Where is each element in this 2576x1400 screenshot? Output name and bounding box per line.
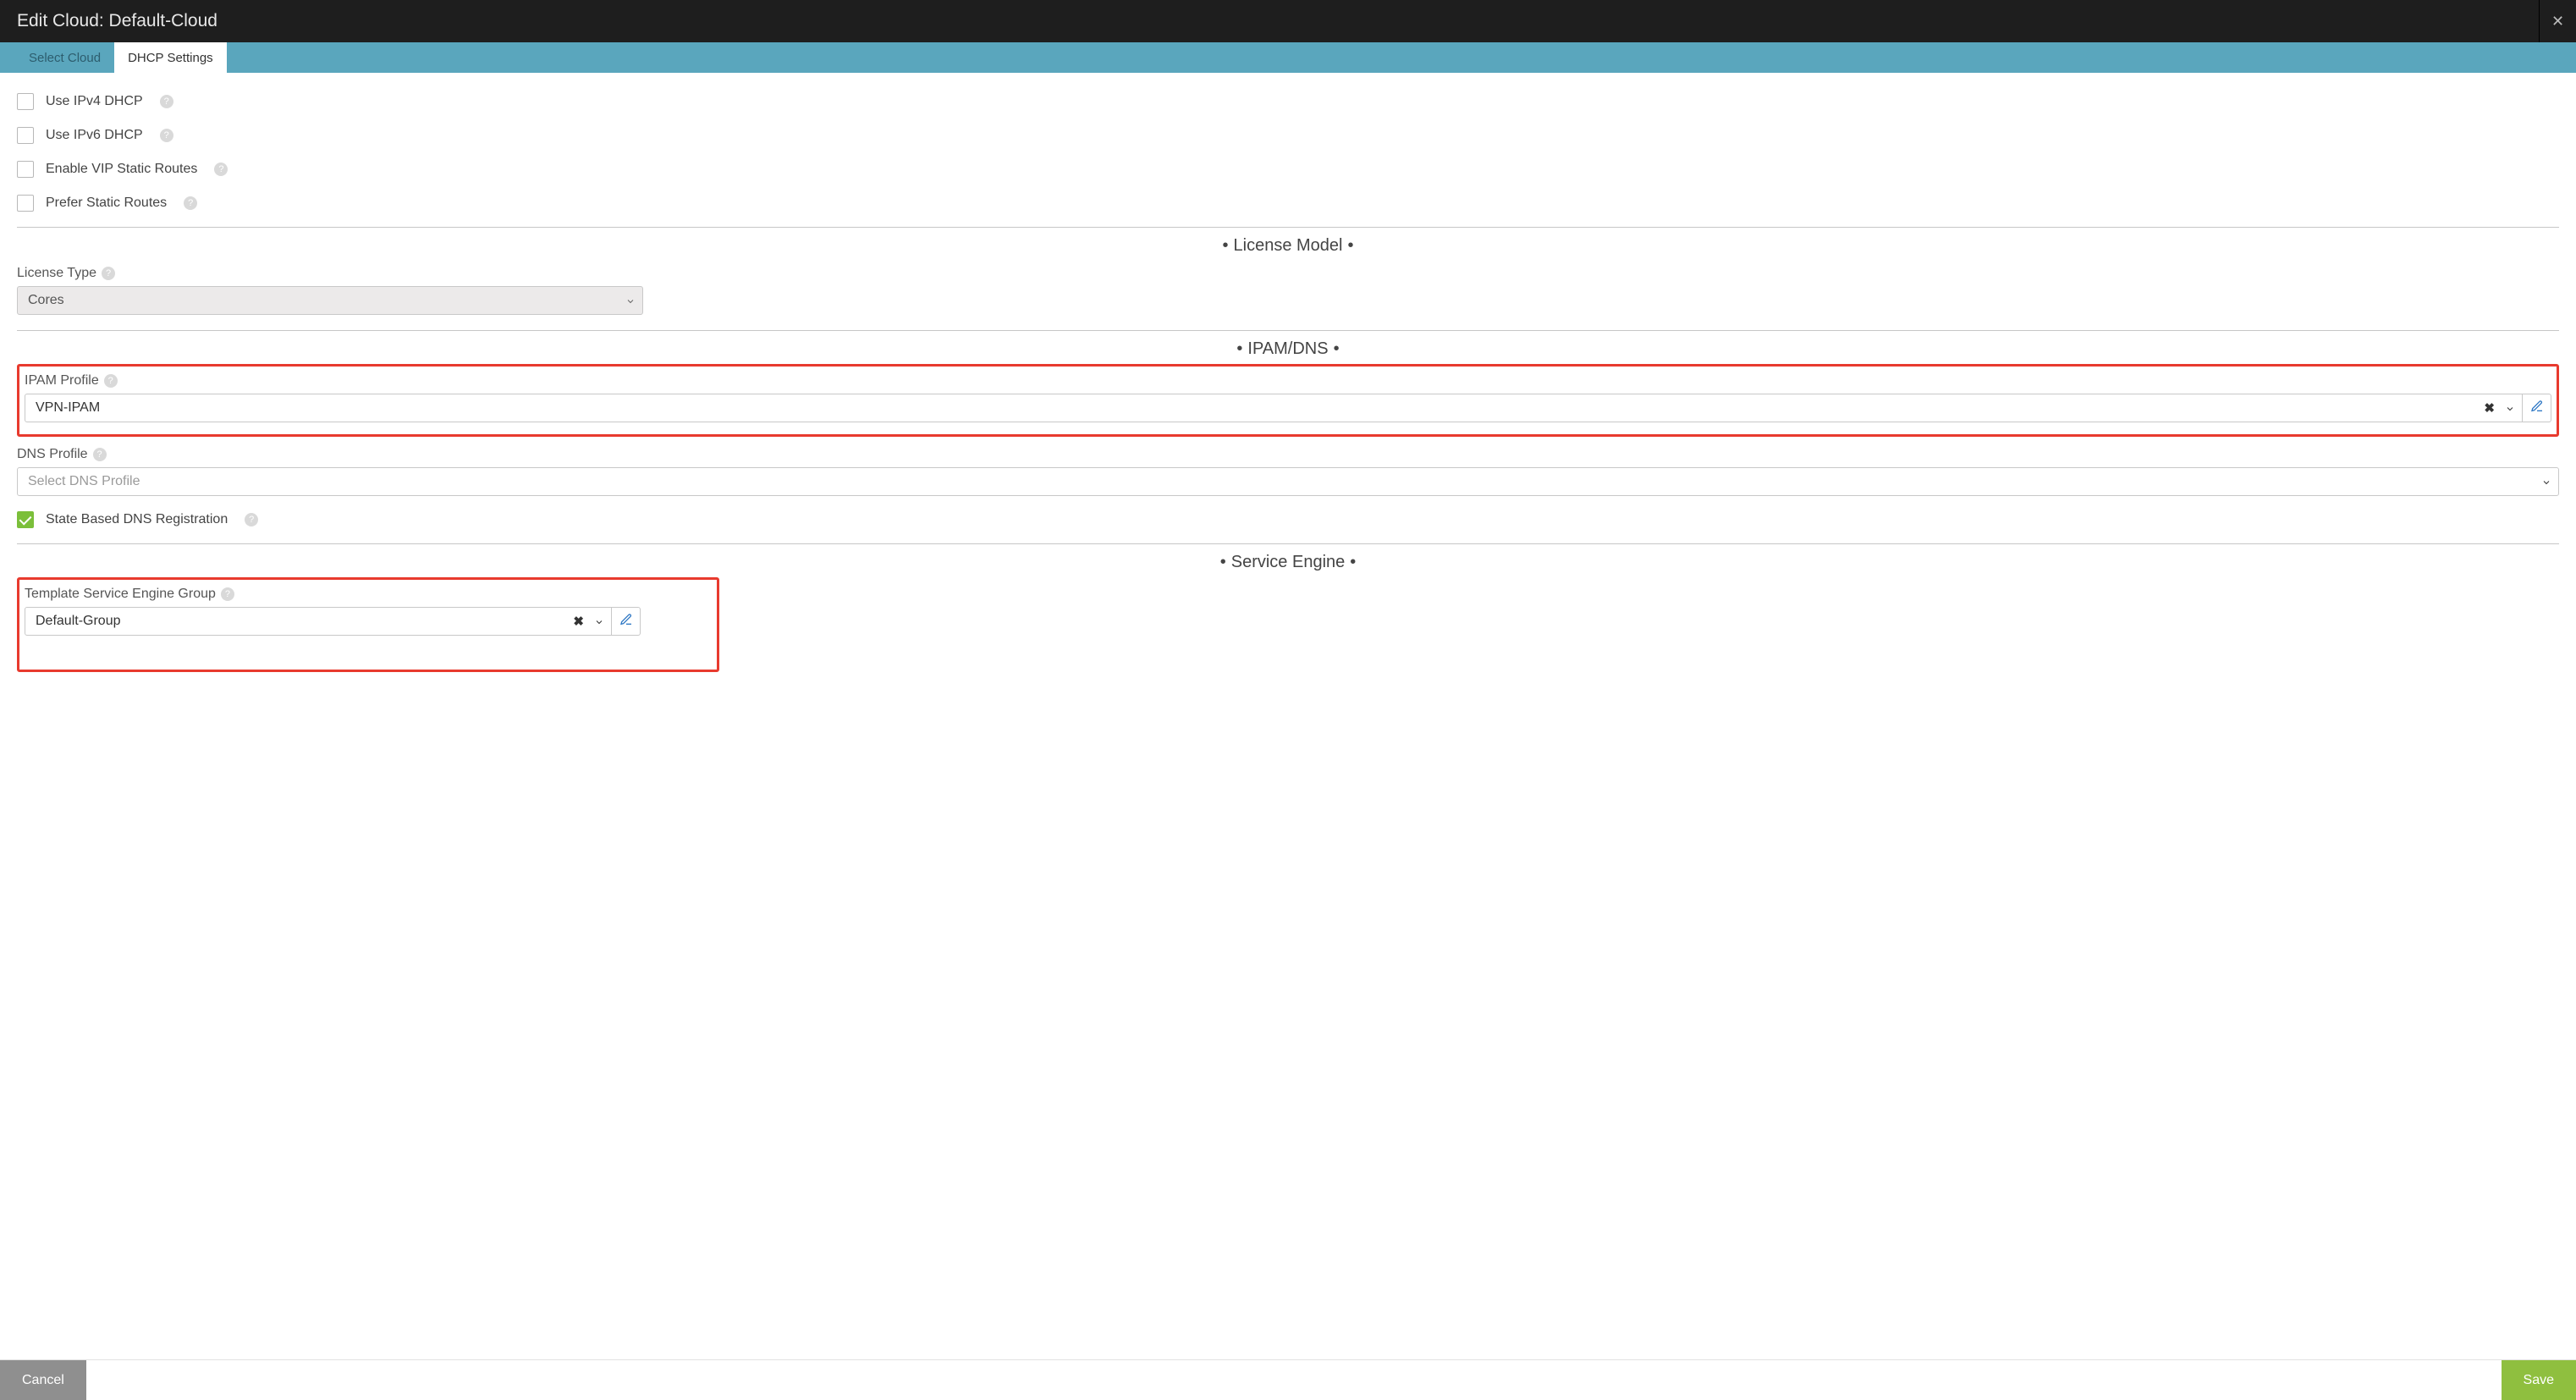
option-state-based-dns-registration: State Based DNS Registration ? [17, 503, 2559, 537]
checkbox-use-ipv4-dhcp[interactable] [17, 93, 34, 110]
option-prefer-static-routes: Prefer Static Routes ? [17, 186, 2559, 220]
help-icon[interactable]: ? [104, 374, 118, 388]
help-icon[interactable]: ? [160, 95, 173, 108]
help-icon[interactable]: ? [184, 196, 197, 210]
chevron-down-icon[interactable] [594, 616, 604, 626]
highlight-template-seg: Template Service Engine Group ? Default-… [17, 577, 719, 672]
help-icon[interactable]: ? [160, 129, 173, 142]
checkbox-label: Use IPv4 DHCP [46, 94, 143, 109]
field-label-text: License Type [17, 266, 96, 281]
pencil-icon [619, 613, 633, 631]
checkbox-label: State Based DNS Registration [46, 512, 228, 527]
checkbox-prefer-static-routes[interactable] [17, 195, 34, 212]
option-enable-vip-static-routes: Enable VIP Static Routes ? [17, 152, 2559, 186]
help-icon[interactable]: ? [245, 513, 258, 526]
label-dns-profile: DNS Profile ? [17, 447, 2559, 462]
section-title: •Service Engine• [1215, 553, 1362, 572]
cancel-button[interactable]: Cancel [0, 1360, 86, 1400]
template-seg-select-wrap: Default-Group ✖ [25, 607, 641, 636]
select-value: VPN-IPAM [36, 400, 100, 416]
ipam-profile-select-wrap: VPN-IPAM ✖ [25, 394, 2551, 422]
chevron-down-icon[interactable] [2505, 403, 2515, 413]
edit-template-seg-button[interactable] [612, 607, 641, 636]
section-title-text: Service Engine [1231, 553, 1346, 571]
button-label: Cancel [22, 1373, 64, 1388]
highlight-ipam-profile: IPAM Profile ? VPN-IPAM ✖ [17, 364, 2559, 437]
label-ipam-profile: IPAM Profile ? [25, 373, 2551, 389]
license-type-select-wrap: Cores [17, 286, 643, 315]
checkbox-state-based-dns-registration[interactable] [17, 511, 34, 528]
modal-content: Use IPv4 DHCP ? Use IPv6 DHCP ? Enable V… [0, 73, 2576, 1359]
close-button[interactable]: ✕ [2539, 0, 2576, 42]
modal-footer: Cancel Save [0, 1359, 2576, 1400]
section-title: •IPAM/DNS• [1231, 339, 1344, 359]
dns-profile-select-wrap: Select DNS Profile [17, 467, 2559, 496]
checkbox-enable-vip-static-routes[interactable] [17, 161, 34, 178]
option-use-ipv6-dhcp: Use IPv6 DHCP ? [17, 119, 2559, 152]
checkbox-label: Prefer Static Routes [46, 196, 167, 211]
label-license-type: License Type ? [17, 266, 2559, 281]
close-icon: ✕ [2551, 13, 2564, 30]
select-value: Cores [28, 293, 64, 308]
field-label-text: IPAM Profile [25, 373, 99, 389]
help-icon[interactable]: ? [221, 587, 234, 601]
ipam-profile-select[interactable]: VPN-IPAM ✖ [25, 394, 2523, 422]
section-license-model: •License Model• [17, 227, 2559, 256]
dns-profile-select[interactable]: Select DNS Profile [17, 467, 2559, 496]
chevron-down-icon [625, 295, 636, 306]
section-title: •License Model• [1218, 236, 1359, 256]
select-value: Default-Group [36, 614, 121, 629]
tab-label: DHCP Settings [128, 51, 213, 65]
option-use-ipv4-dhcp: Use IPv4 DHCP ? [17, 85, 2559, 119]
checkbox-label: Enable VIP Static Routes [46, 162, 197, 177]
license-type-select[interactable]: Cores [17, 286, 643, 315]
tab-label: Select Cloud [29, 51, 101, 65]
clear-icon[interactable]: ✖ [573, 614, 584, 629]
field-label-text: Template Service Engine Group [25, 587, 216, 602]
section-title-text: IPAM/DNS [1247, 339, 1328, 358]
select-placeholder: Select DNS Profile [28, 474, 140, 489]
checkbox-label: Use IPv6 DHCP [46, 128, 143, 143]
tab-bar: Select Cloud DHCP Settings [0, 42, 2576, 73]
checkbox-use-ipv6-dhcp[interactable] [17, 127, 34, 144]
edit-ipam-profile-button[interactable] [2523, 394, 2551, 422]
footer-spacer [86, 1360, 2502, 1400]
modal-title: Edit Cloud: Default-Cloud [17, 11, 217, 31]
label-template-seg: Template Service Engine Group ? [25, 587, 712, 602]
tab-select-cloud[interactable]: Select Cloud [15, 42, 114, 73]
help-icon[interactable]: ? [214, 163, 228, 176]
field-label-text: DNS Profile [17, 447, 88, 462]
template-seg-select[interactable]: Default-Group ✖ [25, 607, 612, 636]
modal-titlebar: Edit Cloud: Default-Cloud ✕ [0, 0, 2576, 42]
pencil-icon [2530, 400, 2544, 417]
clear-icon[interactable]: ✖ [2484, 400, 2495, 416]
help-icon[interactable]: ? [93, 448, 107, 461]
tab-dhcp-settings[interactable]: DHCP Settings [114, 42, 227, 73]
section-service-engine: •Service Engine• [17, 543, 2559, 572]
help-icon[interactable]: ? [102, 267, 115, 280]
section-ipam-dns: •IPAM/DNS• [17, 330, 2559, 359]
chevron-down-icon[interactable] [2541, 477, 2551, 487]
section-title-text: License Model [1234, 236, 1343, 255]
save-button[interactable]: Save [2502, 1360, 2576, 1400]
button-label: Save [2524, 1373, 2554, 1388]
